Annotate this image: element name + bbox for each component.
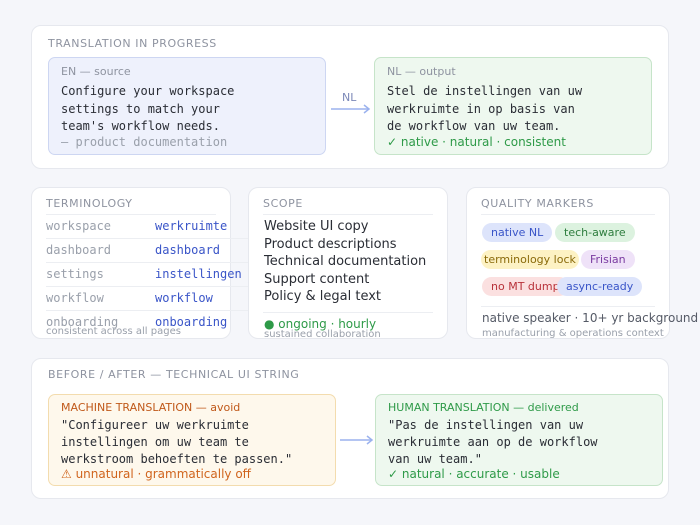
quality-pill: async-ready — [557, 277, 643, 296]
quality-label: QUALITY MARKERS — [481, 197, 594, 210]
source-text: Configure your workspace settings to mat… — [61, 84, 235, 133]
scope-item: Website UI copy — [264, 219, 369, 234]
scope-item: Technical documentation — [264, 254, 427, 269]
source-box: EN — source Configure your workspace set… — [48, 57, 326, 155]
comparison-label: BEFORE / AFTER — TECHNICAL UI STRING — [48, 368, 300, 381]
quality-pill: Frisian — [581, 250, 635, 269]
term-row: workspace werkruimte — [46, 215, 256, 239]
machine-translation-box: MACHINE TRANSLATION — avoid "Configureer… — [48, 394, 336, 486]
divider — [263, 214, 433, 215]
source-header: EN — source — [61, 65, 131, 78]
output-note: ✓ native · natural · consistent — [387, 135, 566, 149]
divider — [481, 306, 655, 307]
quality-card: QUALITY MARKERS native NL tech-aware ter… — [466, 187, 698, 339]
quality-context: manufacturing & operations context — [482, 328, 664, 339]
scope-item: Product descriptions — [264, 237, 397, 252]
comparison-card: BEFORE / AFTER — TECHNICAL UI STRING MAC… — [31, 358, 669, 499]
terminology-card: TERMINOLOGY workspace werkruimte dashboa… — [31, 187, 256, 339]
term-nl: werkruimte — [155, 219, 228, 233]
term-row: settings instellingen — [46, 263, 256, 287]
quality-pill: native NL — [482, 223, 553, 242]
scope-label: SCOPE — [263, 197, 303, 210]
term-row: dashboard dashboard — [46, 239, 256, 263]
quality-summary: native speaker · 10+ yr background — [482, 311, 699, 325]
source-note: — product documentation — [61, 135, 228, 149]
output-box: NL — output Stel de instellingen van uw … — [374, 57, 652, 155]
output-header: NL — output — [387, 65, 456, 78]
term-en: workflow — [46, 291, 104, 305]
translation-card: TRANSLATION IN PROGRESS EN — source Conf… — [31, 25, 669, 169]
human-translation-box: HUMAN TRANSLATION — delivered "Pas de in… — [375, 394, 663, 486]
term-nl: instellingen — [155, 267, 242, 281]
translation-label: TRANSLATION IN PROGRESS — [48, 37, 217, 50]
arrow-right-icon — [331, 104, 371, 114]
machine-note: ⚠ unnatural · grammatically off — [61, 467, 251, 481]
term-en: settings — [46, 267, 104, 281]
terminology-label: TERMINOLOGY — [46, 197, 133, 210]
scope-item: Support content — [264, 272, 370, 287]
machine-text: "Configureer uw werkruimte instellingen … — [61, 418, 293, 466]
human-header: HUMAN TRANSLATION — delivered — [388, 401, 579, 414]
quality-pill: tech-aware — [555, 223, 635, 242]
divider — [263, 312, 433, 313]
scope-item: Policy & legal text — [264, 289, 382, 304]
machine-header: MACHINE TRANSLATION — avoid — [61, 401, 241, 414]
term-en: dashboard — [46, 243, 112, 257]
divider — [481, 214, 655, 215]
term-en: workspace — [46, 219, 112, 233]
quality-pill: terminology lock — [481, 250, 579, 269]
arrow-right-icon — [340, 435, 374, 445]
scope-card: SCOPE Website UI copy Product descriptio… — [248, 187, 448, 340]
quality-pill: no MT dump — [482, 277, 569, 296]
arrow-label: NL — [342, 91, 357, 104]
scope-status-sub: sustained collaboration — [264, 329, 381, 340]
terminology-footer: consistent across all pages — [46, 326, 181, 337]
human-note: ✓ natural · accurate · usable — [388, 467, 560, 481]
term-nl: workflow — [155, 291, 213, 305]
human-text: "Pas de instellingen van uw werkruimte a… — [388, 418, 598, 466]
term-nl: dashboard — [155, 243, 221, 257]
term-row: workflow workflow — [46, 287, 256, 311]
output-text: Stel de instellingen van uw werkruimte i… — [387, 84, 583, 133]
